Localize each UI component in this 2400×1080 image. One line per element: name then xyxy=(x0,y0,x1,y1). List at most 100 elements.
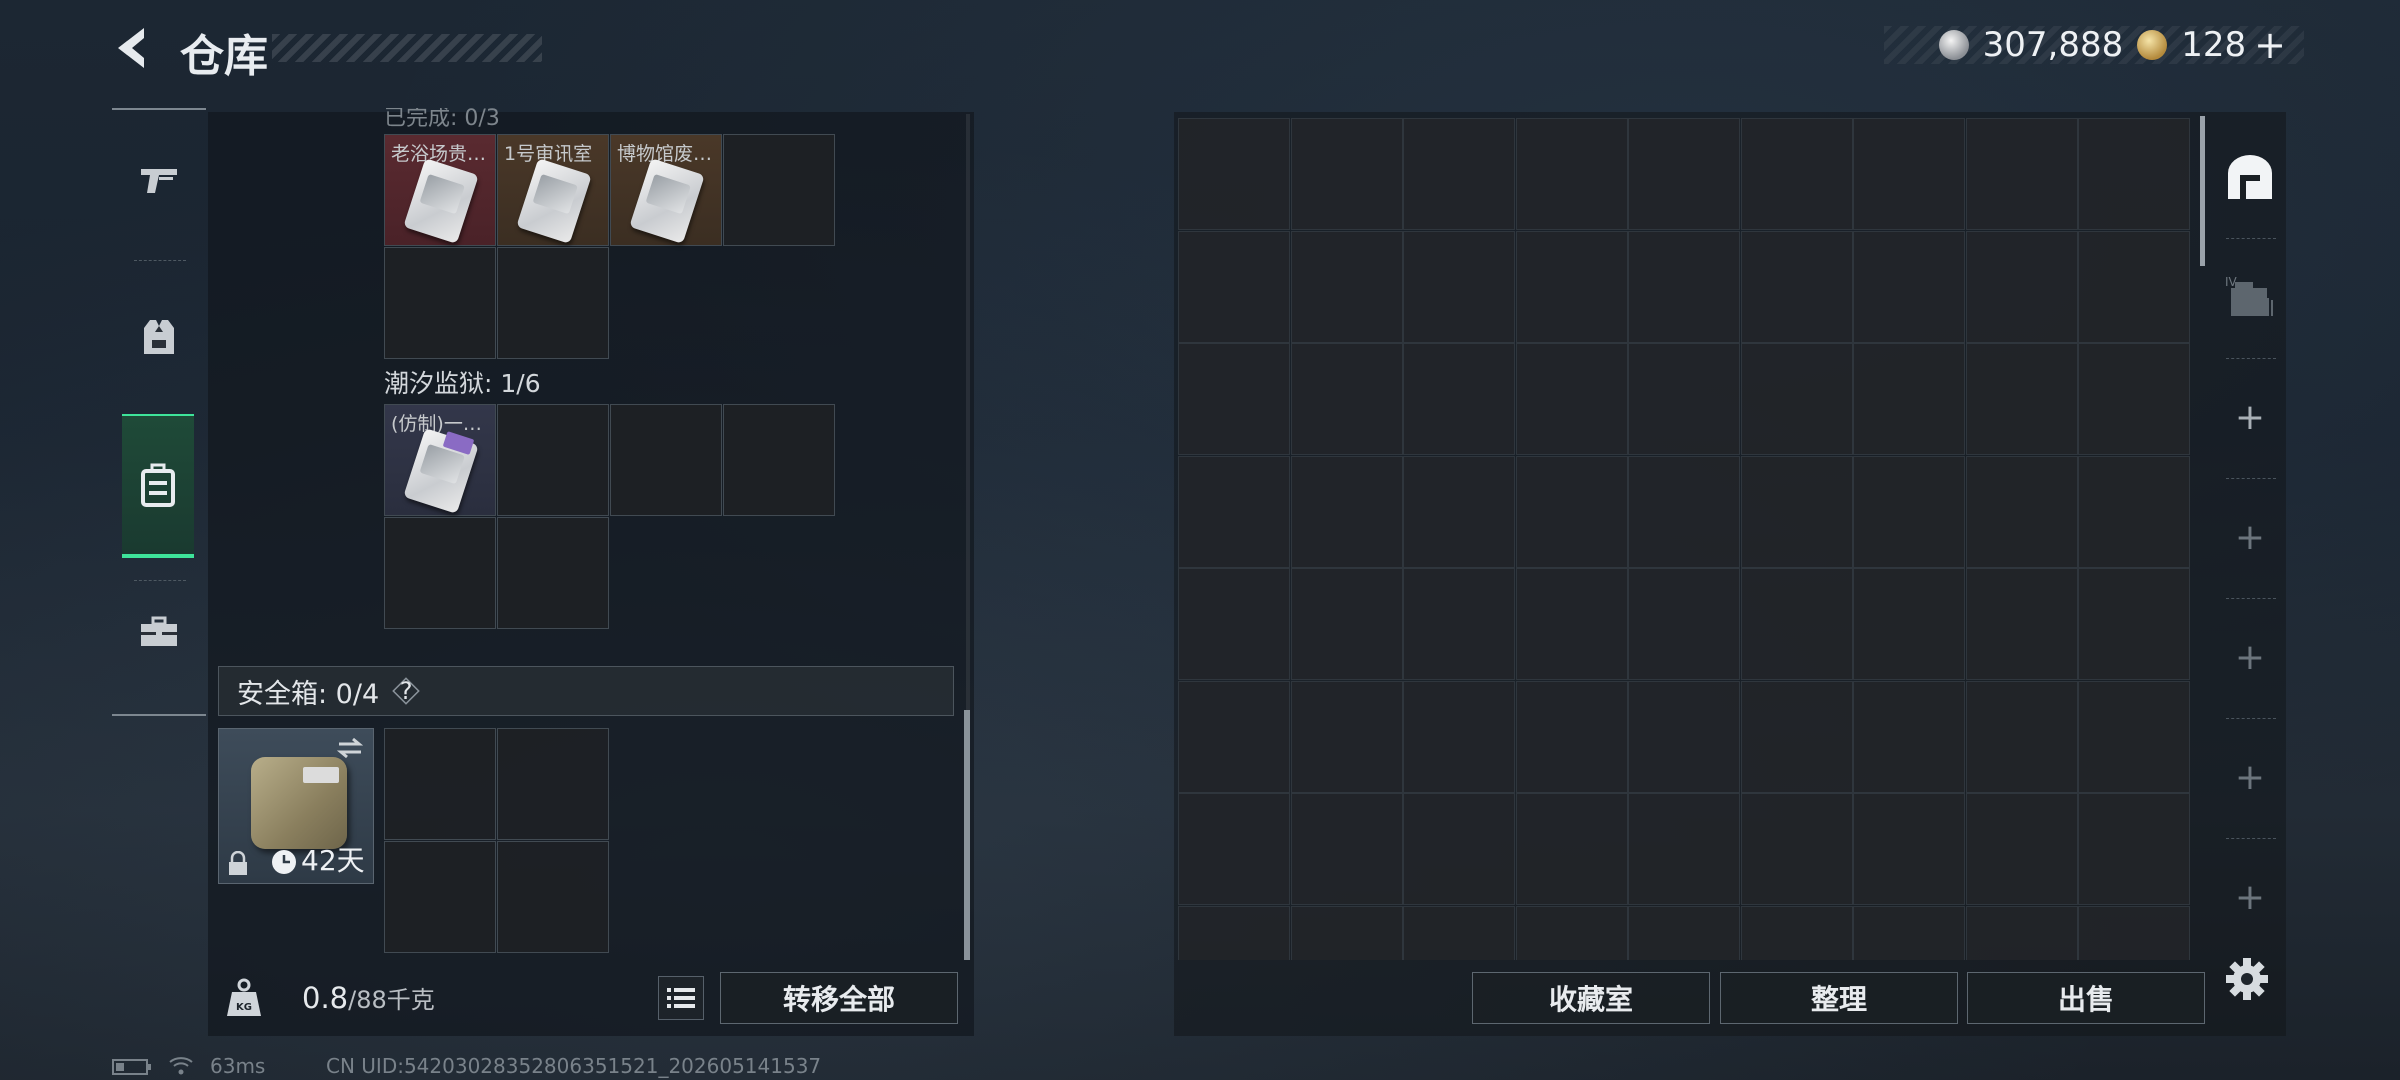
storage-slot[interactable] xyxy=(1853,905,1965,960)
storage-slot[interactable] xyxy=(1740,568,1853,680)
storage-slot[interactable] xyxy=(1515,455,1628,568)
storage-tab-folders[interactable]: IV xyxy=(2214,238,2286,356)
help-icon[interactable]: ? xyxy=(389,674,423,708)
storage-slot[interactable] xyxy=(1628,230,1740,343)
storage-slot[interactable] xyxy=(1290,680,1403,793)
add-tab-button[interactable]: + xyxy=(2214,838,2286,956)
add-tab-button[interactable]: + xyxy=(2214,358,2286,476)
storage-slot[interactable] xyxy=(2078,230,2190,343)
key-item[interactable]: 博物馆废… xyxy=(610,134,722,246)
storage-slot[interactable] xyxy=(2078,680,2190,793)
storage-slot[interactable] xyxy=(1965,455,2078,568)
storage-slot[interactable] xyxy=(1290,343,1403,455)
key-item[interactable]: 老浴场贵… xyxy=(384,134,496,246)
storage-slot[interactable] xyxy=(1515,680,1628,793)
storage-slot[interactable] xyxy=(1403,905,1515,960)
add-tab-button[interactable]: + xyxy=(2214,718,2286,836)
empty-slot[interactable] xyxy=(497,247,609,359)
collection-room-button[interactable]: 收藏室 xyxy=(1472,972,1710,1024)
storage-slot[interactable] xyxy=(1515,118,1628,230)
storage-slot[interactable] xyxy=(2078,455,2190,568)
storage-slot[interactable] xyxy=(1740,343,1853,455)
storage-slot[interactable] xyxy=(1965,905,2078,960)
storage-slot[interactable] xyxy=(1515,568,1628,680)
storage-slot[interactable] xyxy=(1965,118,2078,230)
storage-slot[interactable] xyxy=(1515,343,1628,455)
storage-slot[interactable] xyxy=(1853,793,1965,905)
add-tab-button[interactable]: + xyxy=(2214,478,2286,596)
storage-slot[interactable] xyxy=(1740,793,1853,905)
storage-slot[interactable] xyxy=(1853,568,1965,680)
storage-slot[interactable] xyxy=(1178,568,1290,680)
storage-slot[interactable] xyxy=(1290,793,1403,905)
storage-slot[interactable] xyxy=(1965,230,2078,343)
add-currency-button[interactable]: + xyxy=(2254,23,2286,67)
storage-tab-main[interactable] xyxy=(2214,118,2286,236)
storage-slot[interactable] xyxy=(1853,118,1965,230)
storage-slot[interactable] xyxy=(1965,568,2078,680)
safe-slot[interactable] xyxy=(384,841,496,953)
empty-slot[interactable] xyxy=(384,517,496,629)
storage-slot[interactable] xyxy=(1965,343,2078,455)
category-toolbox[interactable] xyxy=(112,572,206,692)
storage-slot[interactable] xyxy=(1403,230,1515,343)
empty-slot[interactable] xyxy=(384,247,496,359)
storage-slot[interactable] xyxy=(1853,680,1965,793)
storage-slot[interactable] xyxy=(1628,568,1740,680)
settings-gear-icon[interactable] xyxy=(2222,954,2272,1004)
storage-slot[interactable] xyxy=(1178,455,1290,568)
empty-slot[interactable] xyxy=(497,404,609,516)
storage-slot[interactable] xyxy=(1290,118,1403,230)
storage-slot[interactable] xyxy=(2078,118,2190,230)
sell-button[interactable]: 出售 xyxy=(1967,972,2205,1024)
storage-slot[interactable] xyxy=(1178,230,1290,343)
swap-icon[interactable] xyxy=(335,735,365,761)
category-backpack[interactable] xyxy=(122,414,194,558)
storage-slot[interactable] xyxy=(1515,793,1628,905)
storage-slot[interactable] xyxy=(1740,455,1853,568)
storage-slot[interactable] xyxy=(1290,568,1403,680)
storage-slot[interactable] xyxy=(2078,793,2190,905)
add-tab-button[interactable]: + xyxy=(2214,598,2286,716)
category-weapons[interactable] xyxy=(112,120,206,240)
storage-slot[interactable] xyxy=(1403,118,1515,230)
storage-slot[interactable] xyxy=(1178,118,1290,230)
storage-slot[interactable] xyxy=(1628,793,1740,905)
storage-slot[interactable] xyxy=(1853,230,1965,343)
safe-slot[interactable] xyxy=(497,728,609,840)
storage-slot[interactable] xyxy=(1178,793,1290,905)
storage-slot[interactable] xyxy=(1628,455,1740,568)
storage-slot[interactable] xyxy=(1853,455,1965,568)
storage-slot[interactable] xyxy=(1965,793,2078,905)
storage-slot[interactable] xyxy=(1515,230,1628,343)
sort-button[interactable]: 整理 xyxy=(1720,972,1958,1024)
storage-slot[interactable] xyxy=(1740,680,1853,793)
storage-slot[interactable] xyxy=(1740,230,1853,343)
back-button[interactable] xyxy=(108,22,156,74)
storage-slot[interactable] xyxy=(1403,455,1515,568)
storage-slot[interactable] xyxy=(1965,680,2078,793)
storage-slot[interactable] xyxy=(1403,680,1515,793)
storage-slot[interactable] xyxy=(1515,905,1628,960)
transfer-all-button[interactable]: 转移全部 xyxy=(720,972,958,1024)
safe-box-item[interactable]: 42天 xyxy=(218,728,374,884)
storage-slot[interactable] xyxy=(1740,118,1853,230)
storage-slot[interactable] xyxy=(2078,568,2190,680)
storage-slot[interactable] xyxy=(1628,680,1740,793)
key-item[interactable]: 1号审讯室 xyxy=(497,134,609,246)
storage-scroll-thumb[interactable] xyxy=(2200,116,2205,266)
storage-slot[interactable] xyxy=(1403,343,1515,455)
safe-slot[interactable] xyxy=(384,728,496,840)
storage-slot[interactable] xyxy=(1628,343,1740,455)
empty-slot[interactable] xyxy=(497,517,609,629)
empty-slot[interactable] xyxy=(610,404,722,516)
storage-slot[interactable] xyxy=(1178,680,1290,793)
storage-slot[interactable] xyxy=(1628,118,1740,230)
empty-slot[interactable] xyxy=(723,404,835,516)
storage-slot[interactable] xyxy=(1740,905,1853,960)
storage-slot[interactable] xyxy=(1403,568,1515,680)
storage-slot[interactable] xyxy=(1853,343,1965,455)
storage-slot[interactable] xyxy=(1290,230,1403,343)
key-item[interactable]: (仿制)一… xyxy=(384,404,496,516)
storage-slot[interactable] xyxy=(2078,343,2190,455)
